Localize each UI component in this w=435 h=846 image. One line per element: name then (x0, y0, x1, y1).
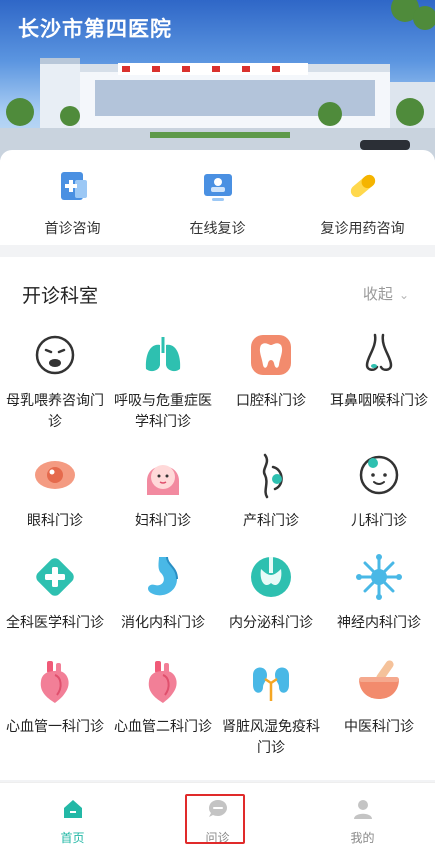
woman-face-icon (147, 465, 179, 495)
dept-label: 内分泌科门诊 (229, 615, 313, 631)
hospital-title: 长沙市第四医院 (18, 17, 172, 41)
dept-dental[interactable]: 口腔科门诊 (216, 331, 326, 412)
service-label: 复诊用药咨询 (320, 221, 405, 237)
tab-consult-highlight (185, 794, 245, 844)
clipboard-plus-icon (60, 172, 87, 200)
section-title: 开诊科室 (22, 285, 99, 307)
baby-crying-icon (35, 335, 75, 375)
tab-label: 我的 (350, 831, 375, 845)
tooth-icon (251, 335, 291, 375)
lungs-icon (145, 337, 181, 372)
dept-obstetrics[interactable]: 产科门诊 (216, 451, 326, 532)
service-label: 在线复诊 (189, 221, 246, 237)
dept-label: 口腔科门诊 (236, 393, 306, 409)
dept-general-medicine[interactable]: 全科医学科门诊 (0, 553, 110, 634)
monitor-doctor-icon (203, 174, 232, 201)
dept-cardiology-2[interactable]: 心血管二科门诊 (108, 657, 218, 738)
service-online-revisit[interactable]: 在线复诊 (145, 168, 290, 238)
baby-face-icon (359, 455, 399, 495)
mortar-pestle-icon (359, 660, 399, 699)
dept-tcm[interactable]: 中医科门诊 (324, 657, 434, 738)
dept-gynecology[interactable]: 妇科门诊 (108, 451, 218, 532)
departments-section: 开诊科室 收起 ⌄ 母乳喂养咨询门诊 呼吸与危重症医学科门诊 口腔科门诊 耳鼻咽… (0, 257, 435, 780)
dept-label: 中医科门诊 (344, 719, 414, 735)
dept-label: 眼科门诊 (27, 513, 83, 529)
medical-cross-icon (36, 558, 74, 596)
dept-label: 全科医学科门诊 (6, 615, 104, 631)
dept-label: 产科门诊 (243, 513, 299, 529)
kidneys-icon (253, 667, 289, 701)
quick-services-card: 首诊咨询 在线复诊 复诊用药咨询 (0, 150, 435, 245)
heart-organ-icon (40, 661, 69, 703)
dept-label: 呼吸与危重症医学科门诊 (114, 393, 212, 430)
neuron-icon (356, 554, 402, 600)
tab-home[interactable]: 首页 (0, 783, 145, 846)
tab-label: 首页 (60, 831, 85, 845)
dept-label: 肾脏风湿免疫科门诊 (222, 719, 320, 756)
tab-profile[interactable]: 我的 (290, 783, 435, 846)
dept-label: 消化内科门诊 (121, 615, 205, 631)
dept-respiratory[interactable]: 呼吸与危重症医学科门诊 (108, 331, 218, 433)
heart-organ-icon (148, 661, 177, 703)
dept-label: 母乳喂养咨询门诊 (6, 393, 104, 430)
dept-label: 妇科门诊 (135, 513, 191, 529)
home-icon (63, 800, 82, 818)
pregnant-icon (262, 453, 283, 499)
dept-gastroenterology[interactable]: 消化内科门诊 (108, 553, 218, 634)
dept-ophthalmology[interactable]: 眼科门诊 (0, 451, 110, 532)
user-icon (353, 800, 372, 819)
dept-pediatrics[interactable]: 儿科门诊 (324, 451, 434, 532)
thyroid-icon (251, 557, 291, 597)
dept-endocrinology[interactable]: 内分泌科门诊 (216, 553, 326, 634)
dept-label: 耳鼻咽喉科门诊 (330, 393, 428, 409)
service-medication-consult[interactable]: 复诊用药咨询 (290, 168, 435, 238)
chevron-down-icon: ⌄ (398, 288, 409, 302)
dept-breastfeeding[interactable]: 母乳喂养咨询门诊 (0, 331, 110, 433)
dept-neurology[interactable]: 神经内科门诊 (324, 553, 434, 634)
app-screen: 长沙市第四医院 首诊咨询 在线复诊 复诊用药咨询 开诊科室 收起 ⌄ 母乳喂养咨… (0, 0, 435, 846)
dept-label: 神经内科门诊 (337, 615, 421, 631)
dept-nephrology-rheumatology[interactable]: 肾脏风湿免疫科门诊 (216, 657, 326, 759)
eye-icon (35, 461, 75, 489)
nose-icon (365, 333, 393, 371)
hospital-banner: 长沙市第四医院 (0, 0, 435, 160)
service-label: 首诊咨询 (44, 221, 101, 237)
collapse-button[interactable]: 收起 ⌄ (363, 283, 409, 304)
dept-label: 心血管二科门诊 (114, 719, 212, 735)
stomach-icon (148, 556, 178, 596)
dept-cardiology-1[interactable]: 心血管一科门诊 (0, 657, 110, 738)
collapse-label: 收起 (362, 285, 393, 303)
pill-capsule-icon (350, 174, 375, 198)
dept-label: 儿科门诊 (351, 513, 407, 529)
dept-ent[interactable]: 耳鼻咽喉科门诊 (324, 331, 434, 412)
service-first-consult[interactable]: 首诊咨询 (0, 168, 145, 238)
dept-label: 心血管一科门诊 (6, 719, 104, 735)
